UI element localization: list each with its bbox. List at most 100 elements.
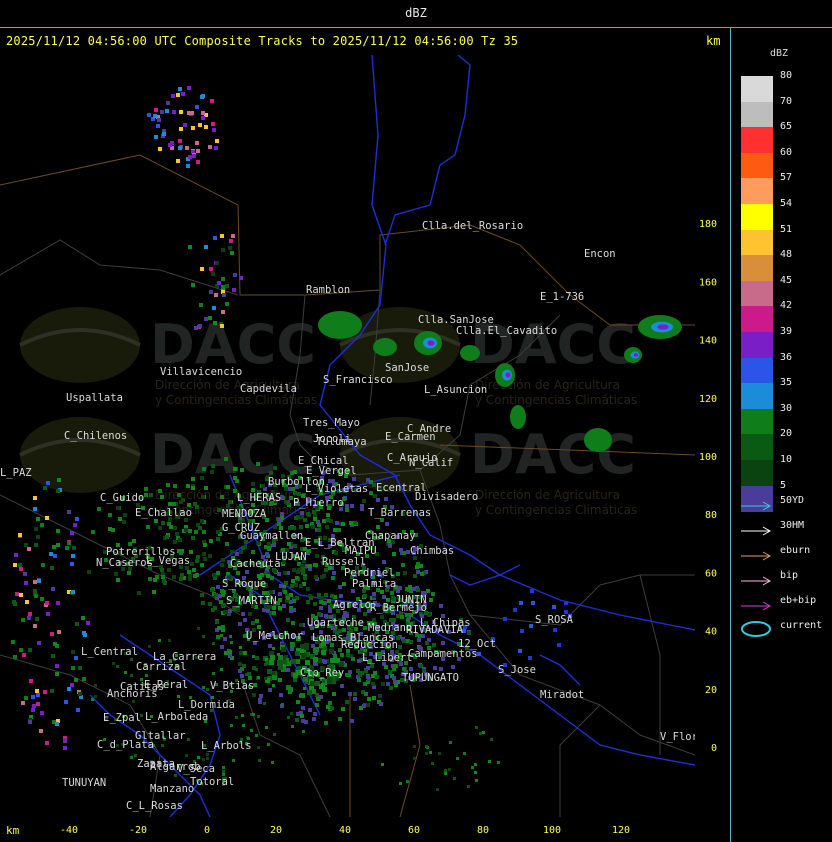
- echo-cell: [166, 101, 170, 105]
- echo-cell: [228, 654, 232, 658]
- echo-cell: [287, 716, 290, 719]
- echo-cell: [479, 732, 482, 735]
- echo-cell: [197, 756, 200, 759]
- echo-cell: [557, 643, 561, 647]
- echo-cell: [45, 516, 49, 520]
- echo-cell: [78, 692, 82, 696]
- echo-cell: [291, 725, 294, 728]
- echo-cell: [168, 639, 171, 642]
- echo-cell: [177, 695, 180, 698]
- echo-cell: [267, 669, 272, 674]
- echo-cell: [425, 641, 429, 645]
- track-label-current: current: [780, 620, 823, 631]
- echo-cell: [221, 558, 225, 562]
- echo-cell: [216, 635, 220, 639]
- echo-cell: [300, 714, 304, 718]
- echo-cell: [91, 698, 94, 701]
- echo-cell: [43, 690, 47, 694]
- echo-cell: [191, 283, 195, 287]
- echo-cell: [327, 599, 331, 603]
- echo-cell: [403, 571, 407, 575]
- echo-cell: [67, 687, 71, 691]
- echo-cell: [286, 501, 290, 505]
- echo-cell: [263, 702, 266, 705]
- echo-cell: [267, 547, 271, 551]
- x-tick-label: -40: [60, 825, 78, 836]
- echo-cell: [322, 574, 326, 578]
- echo-cell: [217, 508, 221, 512]
- echo-cell: [154, 135, 158, 139]
- echo-cell: [231, 234, 235, 238]
- echo-cell: [29, 679, 33, 683]
- echo-cell: [130, 658, 133, 661]
- echo-cell: [348, 670, 352, 674]
- place-label: Divisadero: [415, 491, 478, 503]
- echo-cell: [333, 528, 337, 532]
- echo-cell: [381, 682, 385, 686]
- echo-cell: [475, 779, 478, 782]
- echo-cell: [75, 622, 79, 626]
- echo-cell: [382, 560, 386, 564]
- echo-cell: [152, 590, 156, 594]
- echo-cell: [255, 656, 259, 660]
- echo-cell: [201, 116, 205, 120]
- echo-cell: [229, 239, 233, 243]
- echo-cell: [34, 527, 38, 531]
- legend-label-65: 65: [780, 121, 793, 133]
- place-label: L_Arbols: [201, 740, 252, 752]
- echo-cell: [396, 572, 400, 576]
- place-label: TUNUYAN: [62, 777, 106, 789]
- place-label: Clla.El_Cavadito: [456, 325, 557, 337]
- echo-cell: [340, 653, 344, 657]
- echo-cell: [97, 507, 101, 511]
- echo-cell: [366, 703, 370, 707]
- echo-cell: [267, 743, 270, 746]
- echo-cell: [37, 579, 41, 583]
- echo-cell: [194, 530, 198, 534]
- echo-cell: [270, 576, 274, 580]
- place-label: N_Calif: [409, 457, 453, 469]
- echo-cell: [191, 126, 195, 130]
- place-label: V_Seca: [177, 763, 215, 775]
- echo-cell: [239, 646, 242, 649]
- echo-cell: [290, 642, 295, 647]
- echo-cell: [265, 552, 269, 556]
- echo-cell: [378, 694, 382, 698]
- panel-divider: [730, 28, 731, 842]
- echo-cell: [308, 708, 312, 712]
- y-tick-label: 100: [699, 452, 717, 463]
- echo-cell: [272, 611, 276, 615]
- echo-cell: [202, 686, 205, 689]
- echo-cell: [261, 484, 265, 488]
- echo-cell: [65, 546, 69, 550]
- echo-cell: [158, 147, 162, 151]
- echo-cell: [176, 159, 180, 163]
- echo-cell: [172, 502, 176, 506]
- echo-cell: [173, 540, 177, 544]
- echo-cell: [28, 648, 32, 652]
- legend-label-80: 80: [780, 70, 793, 81]
- echo-cell: [284, 581, 288, 585]
- echo-cell: [392, 676, 396, 680]
- echo-cell: [552, 605, 556, 609]
- radar-map[interactable]: DACCDirección de Agriculturay Contingenc…: [0, 55, 695, 817]
- track-symbol-30HM: [741, 522, 775, 541]
- echo-cell: [279, 693, 283, 697]
- legend-label-20: 20: [780, 428, 793, 440]
- echo-cell: [384, 665, 388, 669]
- echo-cell: [168, 502, 172, 506]
- echo-cell: [329, 649, 334, 654]
- echo-cell: [227, 649, 231, 653]
- echo-cell: [116, 665, 119, 668]
- place-label: L_Libert: [362, 652, 413, 664]
- echo-cell: [36, 693, 40, 697]
- place-label: Anchoris: [107, 688, 158, 700]
- echo-cell: [321, 650, 326, 655]
- place-label: JUNIN: [395, 594, 427, 606]
- echo-cell: [221, 277, 225, 281]
- echo-cell: [370, 664, 374, 668]
- echo-cell: [172, 110, 176, 114]
- echo-cell: [195, 559, 199, 563]
- echo-cell: [277, 653, 280, 656]
- echo-cell: [332, 571, 336, 575]
